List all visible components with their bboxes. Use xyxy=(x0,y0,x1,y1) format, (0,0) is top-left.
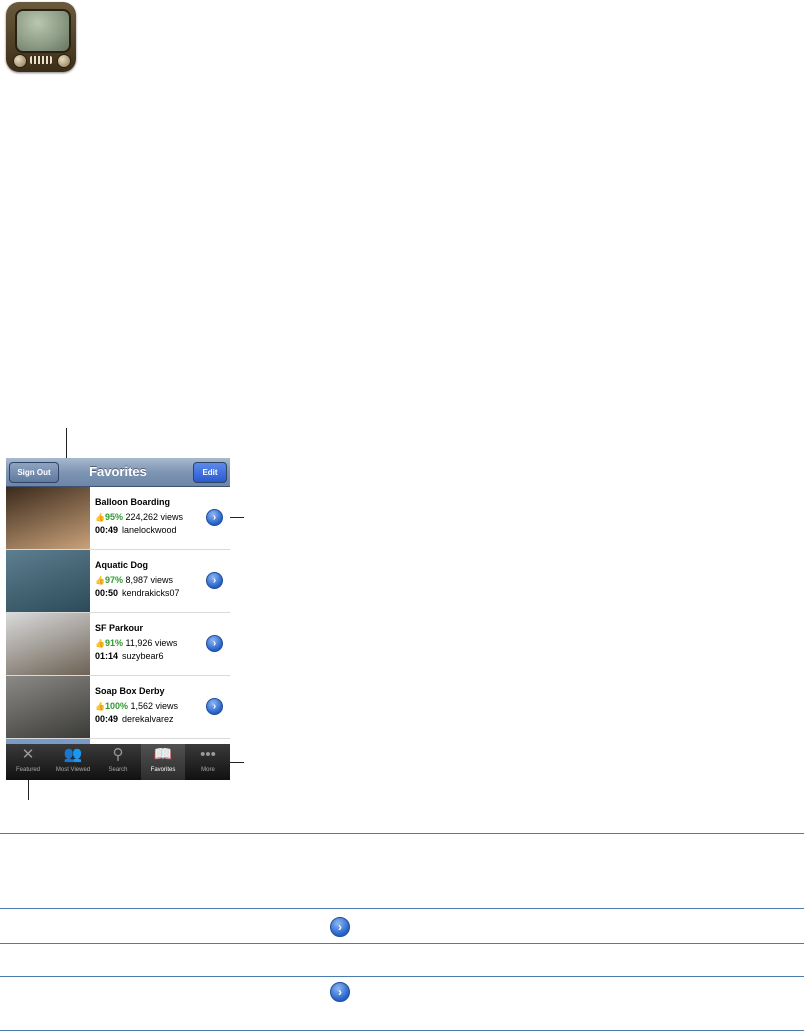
tab-label: Search xyxy=(108,767,128,773)
tab-featured[interactable]: ✕ Featured xyxy=(6,744,50,780)
video-rating: 91% xyxy=(104,638,123,648)
video-rating: 100% xyxy=(104,701,128,711)
tab-favorites[interactable]: 📖 Favorites xyxy=(141,744,185,780)
video-user: lanelockwood xyxy=(122,525,177,535)
tab-label: Most Viewed xyxy=(55,767,91,773)
tv-knob-left-icon xyxy=(13,54,27,68)
tab-most-viewed[interactable]: 👥 Most Viewed xyxy=(51,744,95,780)
video-meta: 00:50 kendrakicks07 xyxy=(95,588,180,598)
video-stats: 👍100% 1,562 views xyxy=(95,701,178,711)
table-rule xyxy=(0,976,804,977)
tab-more[interactable]: ••• More xyxy=(186,744,230,780)
tab-label: More xyxy=(201,767,215,773)
detail-disclosure-button[interactable]: › xyxy=(206,698,223,715)
video-views: 8,987 views xyxy=(125,575,174,585)
featured-icon: ✕ xyxy=(21,746,35,763)
table-rule-top xyxy=(0,833,804,834)
video-views: 224,262 views xyxy=(125,512,184,522)
video-user: suzybear6 xyxy=(122,651,164,661)
table-rule xyxy=(0,908,804,909)
table-rule xyxy=(0,943,804,944)
tv-screen-icon xyxy=(15,9,71,53)
detail-disclosure-button[interactable]: › xyxy=(206,509,223,526)
video-meta: 00:49 lanelockwood xyxy=(95,525,177,535)
video-thumbnail[interactable] xyxy=(6,550,90,612)
tab-bar: ✕ Featured 👥 Most Viewed ⚲ Search 📖 Favorites ••… xyxy=(6,744,230,780)
phone-screen: Sign Out Favorites Edit Balloon Boarding… xyxy=(6,458,230,780)
video-title: Balloon Boarding xyxy=(95,497,170,507)
video-title: Soap Box Derby xyxy=(95,686,165,696)
video-meta: 00:49 derekalvarez xyxy=(95,714,174,724)
tab-search[interactable]: ⚲ Search xyxy=(96,744,140,780)
thumbs-up-icon: 👍 xyxy=(95,576,105,585)
more-icon: ••• xyxy=(200,746,216,763)
video-views: 11,926 views xyxy=(125,638,178,648)
video-row[interactable]: Aquatic Dog 👍97% 8,987 views 00:50 kendraki… xyxy=(6,550,230,613)
detail-disclosure-icon: › xyxy=(330,982,350,1002)
video-title: SF Parkour xyxy=(95,623,144,633)
table-rule-bottom xyxy=(0,1030,804,1031)
thumbs-up-icon: 👍 xyxy=(95,702,105,711)
video-duration: 01:14 xyxy=(95,651,119,661)
video-stats: 👍95% 224,262 views xyxy=(95,512,183,522)
thumbs-up-icon: 👍 xyxy=(95,513,105,522)
detail-disclosure-button[interactable]: › xyxy=(206,635,223,652)
tab-label: Favorites xyxy=(150,767,176,773)
most-viewed-icon: 👥 xyxy=(63,746,83,763)
youtube-app-icon xyxy=(6,2,76,72)
video-duration: 00:50 xyxy=(95,588,119,598)
navigation-bar: Sign Out Favorites Edit xyxy=(6,458,230,487)
video-title: Aquatic Dog xyxy=(95,560,148,570)
video-meta: 01:14 suzybear6 xyxy=(95,651,164,661)
thumbs-up-icon: 👍 xyxy=(95,639,105,648)
video-thumbnail[interactable] xyxy=(6,613,90,675)
video-thumbnail[interactable] xyxy=(6,676,90,738)
detail-disclosure-icon: › xyxy=(330,917,350,937)
tv-knob-right-icon xyxy=(57,54,71,68)
favorites-icon: 📖 xyxy=(153,746,173,763)
video-stats: 👍97% 8,987 views xyxy=(95,575,173,585)
video-row[interactable]: Soap Box Derby 👍100% 1,562 views 00:49 dere… xyxy=(6,676,230,739)
video-row[interactable]: SF Parkour 👍91% 11,926 views 01:14 suzybear… xyxy=(6,613,230,676)
video-duration: 00:49 xyxy=(95,525,119,535)
video-duration: 00:49 xyxy=(95,714,119,724)
detail-disclosure-button[interactable]: › xyxy=(206,572,223,589)
video-rating: 95% xyxy=(104,512,123,522)
tv-speaker-icon xyxy=(30,56,52,64)
video-views: 1,562 views xyxy=(130,701,179,711)
video-row[interactable]: Balloon Boarding 👍95% 224,262 views 00:49 l… xyxy=(6,487,230,550)
edit-button[interactable]: Edit xyxy=(193,462,227,483)
tab-label: Featured xyxy=(15,767,40,773)
video-user: derekalvarez xyxy=(122,714,174,724)
video-user: kendrakicks07 xyxy=(122,588,180,598)
video-rating: 97% xyxy=(104,575,123,585)
video-stats: 👍91% 11,926 views xyxy=(95,638,177,648)
video-thumbnail[interactable] xyxy=(6,487,90,549)
search-icon: ⚲ xyxy=(112,746,124,763)
